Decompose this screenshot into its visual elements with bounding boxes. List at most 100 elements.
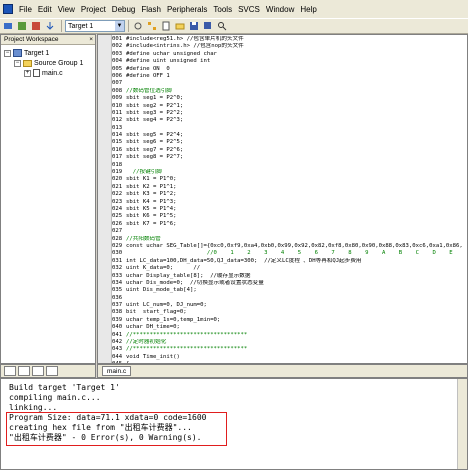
options-icon[interactable] xyxy=(132,20,144,32)
code-line[interactable]: 002 #include<intrins.h> //包含nop的头文件 xyxy=(112,43,467,50)
menu-peripherals[interactable]: Peripherals xyxy=(164,5,210,14)
code-line[interactable]: 018 xyxy=(112,162,467,169)
code-line[interactable]: 005 #define ON 0 xyxy=(112,66,467,73)
code-text: sbit seg2 = P2^1; xyxy=(126,102,184,109)
code-line[interactable]: 028//共阳数码管 xyxy=(112,236,467,243)
line-number: 008 xyxy=(112,87,123,94)
target-select[interactable]: Target 1 ▼ xyxy=(65,20,125,32)
code-line[interactable]: 038 bit start_flag=0; xyxy=(112,309,467,316)
code-line[interactable]: 009 sbit seg1 = P2^0; xyxy=(112,95,467,102)
code-line[interactable]: 023 sbit K4 = P1^3; xyxy=(112,199,467,206)
code-line[interactable]: 024 sbit K5 = P1^4; xyxy=(112,206,467,213)
code-line[interactable]: 043//********************************** xyxy=(112,346,467,353)
code-line[interactable]: 006 #define OFF 1 xyxy=(112,73,467,80)
line-number: 009 xyxy=(112,95,123,102)
code-line[interactable]: 037 uint LC_num=0, DJ_num=0; xyxy=(112,302,467,309)
line-number: 031 xyxy=(112,257,123,264)
code-text: #define ON 0 xyxy=(126,65,170,72)
build-icon[interactable] xyxy=(16,20,28,32)
code-line[interactable]: 032 uint K_data=0; // xyxy=(112,265,467,272)
code-line[interactable]: 027 xyxy=(112,228,467,235)
menu-project[interactable]: Project xyxy=(78,5,109,14)
line-number: 032 xyxy=(112,265,123,272)
new-file-icon[interactable] xyxy=(160,20,172,32)
code-line[interactable]: 010 sbit seg2 = P2^1; xyxy=(112,103,467,110)
code-line[interactable]: 036 xyxy=(112,295,467,302)
menu-view[interactable]: View xyxy=(55,5,78,14)
code-line[interactable]: 041//********************************** xyxy=(112,332,467,339)
collapse-icon[interactable]: − xyxy=(4,49,11,57)
code-line[interactable]: 026 sbit K7 = P1^6; xyxy=(112,221,467,228)
menu-window[interactable]: Window xyxy=(263,5,297,14)
code-line[interactable]: 029 const uchar SEG_Table[]={0xc0,0xf9,0x… xyxy=(112,243,467,250)
chevron-down-icon[interactable]: ▼ xyxy=(115,21,124,31)
save-all-icon[interactable] xyxy=(202,20,214,32)
line-number: 044 xyxy=(112,353,123,360)
line-number: 041 xyxy=(112,331,123,338)
code-text: void Time_init() xyxy=(126,353,180,360)
tree-item-target[interactable]: − Target 1 xyxy=(4,48,49,58)
menu-help[interactable]: Help xyxy=(297,5,319,14)
translate-icon[interactable] xyxy=(2,20,14,32)
code-line[interactable]: 008//数码管位选引脚 xyxy=(112,88,467,95)
code-line[interactable]: 019 //按键引脚 xyxy=(112,169,467,176)
code-line[interactable]: 007 xyxy=(112,80,467,87)
menu-edit[interactable]: Edit xyxy=(35,5,55,14)
books-tab-icon[interactable] xyxy=(18,366,30,376)
code-line[interactable]: 034 uchar Dis_mode=0; //切换显示或者设置状态变量 xyxy=(112,280,467,287)
find-icon[interactable] xyxy=(216,20,228,32)
rebuild-icon[interactable] xyxy=(30,20,42,32)
code-line[interactable]: 004 #define uint unsigned int xyxy=(112,58,467,65)
code-text: //定时器初始化 xyxy=(126,339,167,346)
line-number: 040 xyxy=(112,324,123,331)
code-text: sbit seg1 = P2^0; xyxy=(126,95,184,102)
code-line[interactable]: 012 sbit seg4 = P2^3; xyxy=(112,117,467,124)
code-line[interactable]: 015 sbit seg6 = P2^5; xyxy=(112,139,467,146)
save-icon[interactable] xyxy=(188,20,200,32)
build-output-line: Build target 'Target 1' xyxy=(9,383,120,392)
code-line[interactable]: 042//定时器初始化 xyxy=(112,339,467,346)
code-text: //按键引脚 xyxy=(126,169,162,176)
code-line[interactable]: 016 sbit seg7 = P2^6; xyxy=(112,147,467,154)
menu-svcs[interactable]: SVCS xyxy=(235,5,263,14)
code-line[interactable]: 039 uchar temp_1s=0,temp_1min=0; xyxy=(112,317,467,324)
project-tab-icon[interactable] xyxy=(4,366,16,376)
menu-tools[interactable]: Tools xyxy=(210,5,235,14)
code-line[interactable]: 035 uint Dis_mode_tab[4]; xyxy=(112,287,467,294)
code-line[interactable]: 033 uchar Display_table[8]; //缓存显示数据 xyxy=(112,273,467,280)
code-line[interactable]: 014 sbit seg5 = P2^4; xyxy=(112,132,467,139)
close-icon[interactable]: × xyxy=(89,35,93,44)
menu-debug[interactable]: Debug xyxy=(109,5,139,14)
line-number: 043 xyxy=(112,346,123,353)
line-number: 033 xyxy=(112,272,123,279)
code-line[interactable]: 011 sbit seg3 = P2^2; xyxy=(112,110,467,117)
download-icon[interactable] xyxy=(44,20,56,32)
code-line[interactable]: 040 uchar DH_time=0; xyxy=(112,324,467,331)
tree-item-source-group[interactable]: − Source Group 1 xyxy=(14,58,83,68)
expand-icon[interactable]: + xyxy=(24,69,31,77)
code-line[interactable]: 017 sbit seg8 = P2^7; xyxy=(112,154,467,161)
tree-item-main-c[interactable]: + main.c xyxy=(24,68,63,78)
code-line[interactable]: 030 //0 1 2 3 4 5 6 7 8 9 A B C D E xyxy=(112,250,467,257)
collapse-icon[interactable]: − xyxy=(14,59,21,67)
code-line[interactable]: 003 #define uchar unsigned char xyxy=(112,51,467,58)
code-line[interactable]: 020 sbit K1 = P1^0; xyxy=(112,176,467,183)
code-line[interactable]: 021 sbit K2 = P1^1; xyxy=(112,184,467,191)
code-line[interactable]: 031 int LC_data=100,DH_data=50,QJ_data=30… xyxy=(112,258,467,265)
menu-flash[interactable]: Flash xyxy=(138,5,164,14)
manage-components-icon[interactable] xyxy=(146,20,158,32)
menu-file[interactable]: File xyxy=(16,5,35,14)
code-editor[interactable]: 001 #include<reg51.h> //包含单片机的头文件 002 #incl… xyxy=(97,34,468,364)
code-line[interactable]: 022 sbit K3 = P1^2; xyxy=(112,191,467,198)
scrollbar[interactable] xyxy=(457,379,467,469)
code-area[interactable]: 001 #include<reg51.h> //包含单片机的头文件 002 #incl… xyxy=(112,36,467,363)
templates-tab-icon[interactable] xyxy=(46,366,58,376)
functions-tab-icon[interactable] xyxy=(32,366,44,376)
line-number: 026 xyxy=(112,220,123,227)
code-line[interactable]: 013 xyxy=(112,125,467,132)
code-line[interactable]: 025 sbit K6 = P1^5; xyxy=(112,213,467,220)
tab-main-c[interactable]: main.c xyxy=(102,366,132,376)
code-line[interactable]: 044 void Time_init() xyxy=(112,354,467,361)
open-folder-icon[interactable] xyxy=(174,20,186,32)
code-line[interactable]: 001 #include<reg51.h> //包含单片机的头文件 xyxy=(112,36,467,43)
